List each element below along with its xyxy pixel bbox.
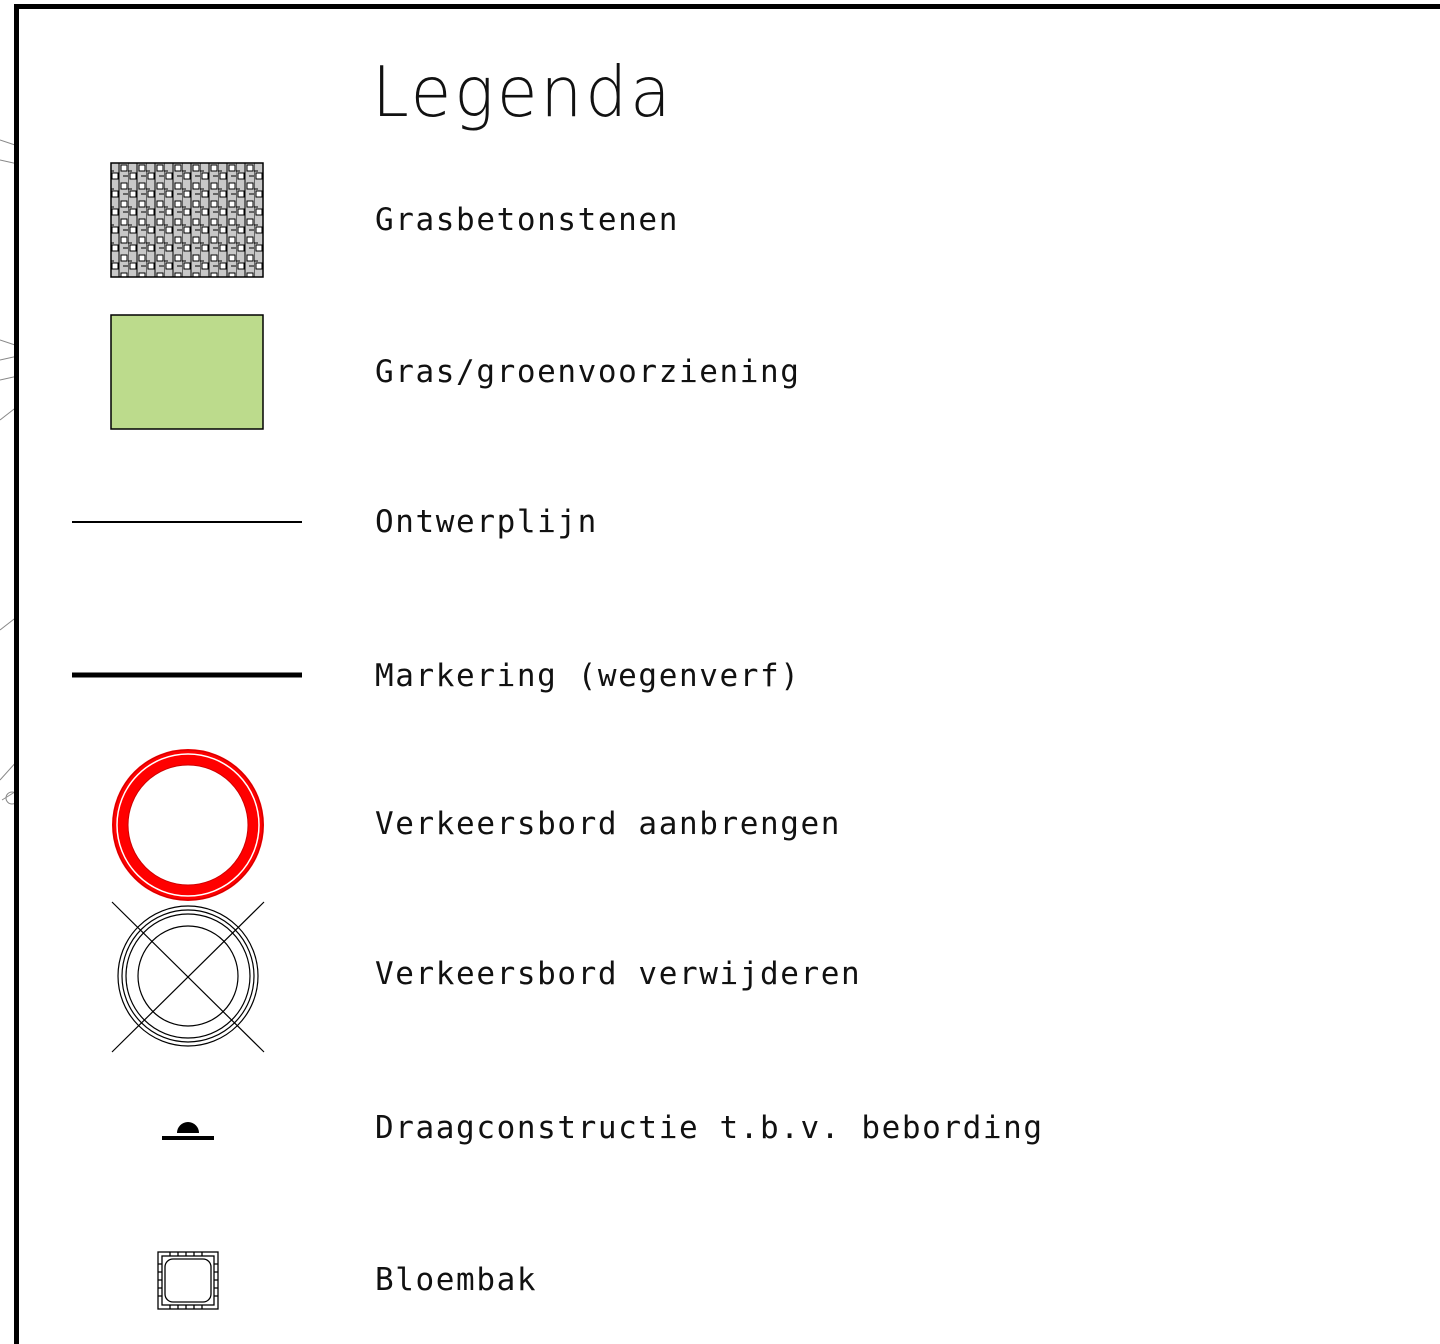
- red-ring-sign-icon: [112, 749, 264, 901]
- planter-box-icon: [157, 1251, 219, 1310]
- legend-title: Legenda: [372, 52, 674, 133]
- post-support-icon: [162, 1122, 214, 1140]
- thick-line-icon: [72, 672, 302, 678]
- grasbeton-hatch-icon: [110, 162, 264, 278]
- legend-label-ontwerplijn: Ontwerplijn: [375, 504, 598, 540]
- legend-label-markering: Markering (wegenverf): [375, 658, 801, 694]
- legend-label-grasbetonstenen: Grasbetonstenen: [375, 202, 679, 238]
- thin-line-icon: [72, 521, 302, 523]
- legend-label-draagconstructie: Draagconstructie t.b.v. bebording: [375, 1110, 1044, 1146]
- legend-label-verkeersbord-aanbrengen: Verkeersbord aanbrengen: [375, 806, 842, 842]
- legend-label-gras: Gras/groenvoorziening: [375, 354, 801, 390]
- crossed-ring-sign-icon: [111, 901, 265, 1053]
- grass-fill-icon: [110, 314, 264, 430]
- legend-label-verkeersbord-verwijderen: Verkeersbord verwijderen: [375, 956, 862, 992]
- legend-label-bloembak: Bloembak: [375, 1262, 538, 1298]
